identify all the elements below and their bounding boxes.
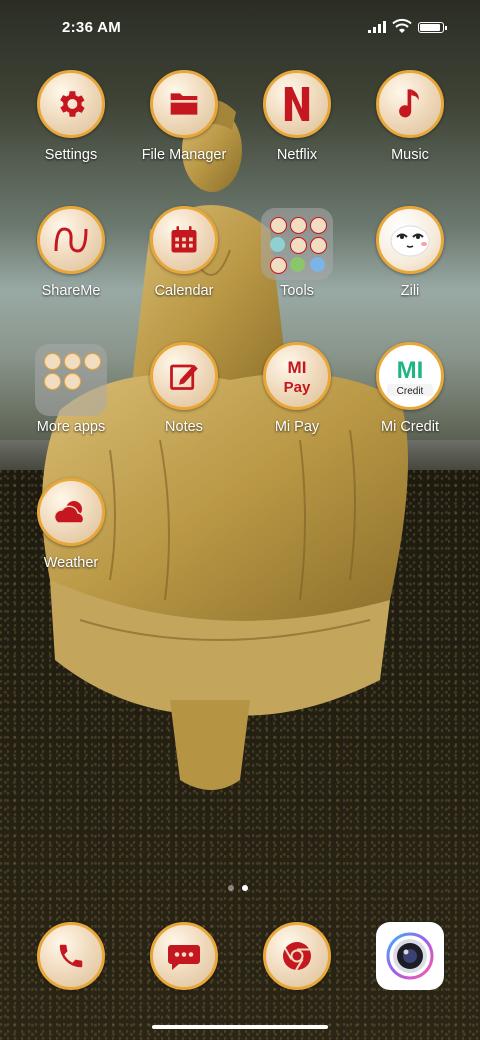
- folder-icon: [170, 93, 198, 115]
- netflix-n-icon: [284, 87, 310, 121]
- home-gesture-bar[interactable]: [152, 1025, 328, 1029]
- app-label: Music: [391, 147, 429, 163]
- app-label: Netflix: [276, 147, 318, 163]
- dock-chrome[interactable]: [263, 922, 331, 990]
- app-label: Zili: [400, 283, 420, 299]
- app-label: Mi Pay: [274, 419, 320, 435]
- app-label: Settings: [44, 147, 98, 163]
- app-label: Tools: [280, 283, 314, 299]
- dock-messages[interactable]: [150, 922, 218, 990]
- wifi-icon: [392, 18, 412, 33]
- app-mi-credit[interactable]: MI Credit Mi Credit: [355, 342, 465, 452]
- svg-text:Credit: Credit: [397, 386, 424, 397]
- svg-text:MI: MI: [397, 357, 424, 384]
- chrome-icon: [283, 942, 311, 971]
- app-label: File Manager: [141, 147, 227, 163]
- app-calendar[interactable]: Calendar: [129, 206, 239, 316]
- calendar-icon: [171, 226, 197, 253]
- app-notes[interactable]: Notes: [129, 342, 239, 452]
- phone-icon: [59, 944, 83, 968]
- cellular-signal-icon: [368, 21, 386, 33]
- mi-pay-icon: MI Pay: [284, 358, 311, 396]
- mi-credit-icon: MI Credit: [387, 357, 433, 397]
- dock-camera[interactable]: [376, 922, 444, 990]
- app-settings[interactable]: Settings: [16, 70, 126, 180]
- app-zili[interactable]: Zili: [355, 206, 465, 316]
- dock-phone[interactable]: [37, 922, 105, 990]
- clock-time: 2:36 AM: [62, 19, 122, 36]
- zili-face-icon: [390, 225, 430, 257]
- mi-pay-logo-text: MI: [288, 358, 307, 377]
- weather-cloud-icon: [53, 501, 85, 524]
- status-bar: 2:36 AM: [0, 0, 480, 56]
- shareme-icon: [54, 227, 88, 253]
- app-weather[interactable]: Weather: [16, 478, 126, 588]
- app-netflix[interactable]: Netflix: [242, 70, 352, 180]
- app-label: Notes: [165, 419, 203, 435]
- music-note-icon: [399, 89, 419, 118]
- app-label: Calendar: [154, 283, 214, 299]
- folder-more-apps-icon: [35, 344, 107, 416]
- message-bubble-icon: [168, 945, 200, 970]
- page-dot[interactable]: [228, 885, 234, 891]
- app-shareme[interactable]: ShareMe: [16, 206, 126, 316]
- app-label: Mi Credit: [380, 419, 439, 435]
- app-label: ShareMe: [41, 283, 101, 299]
- page-indicator: [224, 878, 252, 896]
- gear-icon: [60, 91, 85, 117]
- app-mi-pay[interactable]: MI Pay Mi Pay: [242, 342, 352, 452]
- page-dot-active[interactable]: [242, 885, 248, 891]
- notes-edit-icon: [170, 364, 198, 390]
- app-label: Weather: [43, 555, 99, 571]
- app-file-manager[interactable]: File Manager: [129, 70, 239, 180]
- folder-more-apps[interactable]: More apps: [16, 342, 126, 452]
- camera-icon: [386, 932, 434, 980]
- folder-tools[interactable]: Tools: [242, 206, 352, 316]
- svg-text:Pay: Pay: [284, 379, 311, 396]
- battery-icon: [418, 22, 447, 33]
- folder-tools-icon: [261, 208, 333, 280]
- app-label: More apps: [36, 419, 106, 435]
- app-music[interactable]: Music: [355, 70, 465, 180]
